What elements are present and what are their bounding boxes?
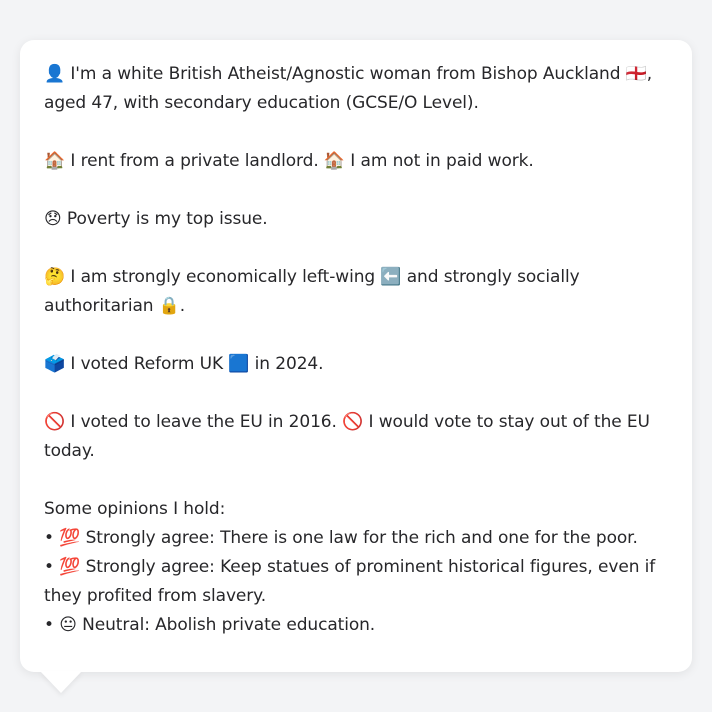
bubble-tail	[40, 671, 82, 693]
opinion-item: • 💯 Strongly agree: There is one law for…	[44, 528, 638, 548]
opinions-section: Some opinions I hold: • 💯 Strongly agree…	[44, 495, 670, 640]
persona-intro: 👤 I'm a white British Atheist/Agnostic w…	[44, 64, 653, 113]
opinions-heading: Some opinions I hold:	[44, 499, 226, 519]
persona-top-issue: 😞 Poverty is my top issue.	[44, 209, 268, 229]
opinion-item: • 💯 Strongly agree: Keep statues of prom…	[44, 557, 656, 606]
persona-ideology: 🤔 I am strongly economically left-wing ⬅…	[44, 267, 580, 316]
persona-housing-work: 🏠 I rent from a private landlord. 🏠 I am…	[44, 151, 534, 171]
persona-message-bubble: 👤 I'm a white British Atheist/Agnostic w…	[20, 40, 692, 672]
persona-eu: 🚫 I voted to leave the EU in 2016. 🚫 I w…	[44, 412, 650, 461]
persona-vote-2024: 🗳️ I voted Reform UK 🟦 in 2024.	[44, 354, 324, 374]
opinion-item: • 😐 Neutral: Abolish private education.	[44, 615, 376, 635]
